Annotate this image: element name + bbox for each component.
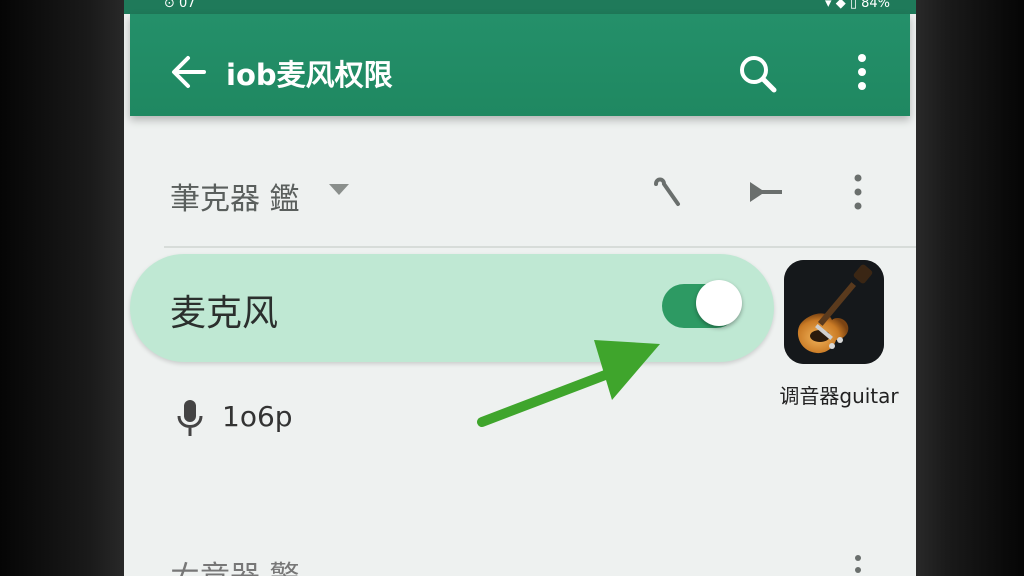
microphone-status-text: 1o6p [222,400,293,433]
caret-down-icon[interactable] [328,182,350,201]
wrench-icon[interactable] [648,174,684,210]
device-bezel-right [914,0,1024,576]
phone-screen: ⊙ 07 ▾ ◆ ▯ 84% iob麦风权限 茟克器 鑑 麦克风 调音器guit… [124,0,916,576]
next-section-title[interactable]: ㄊ竞器 警 .. [170,560,328,576]
page-title: iob麦风权限 [226,58,393,92]
more-vert-icon[interactable] [848,170,868,214]
section-header: 茟克器 鑑 [164,160,884,224]
more-vert-icon[interactable] [850,50,874,94]
app-name: 调音器guitar [779,384,899,408]
arrow-left-icon[interactable] [168,52,208,92]
status-right: ▾ ◆ ▯ 84% [825,0,890,11]
section-title[interactable]: 茟克器 鑑 [170,174,300,218]
microphone-label: 麦克风 [170,293,279,334]
microphone-toggle[interactable] [658,278,742,334]
next-section-header: ㄊ竞器 警 .. [170,552,870,576]
arrow-annotation [474,330,674,430]
status-left: ⊙ 07 [164,0,196,11]
divider [164,246,916,248]
device-bezel-left [0,0,128,576]
status-bar: ⊙ 07 ▾ ◆ ▯ 84% [124,0,916,14]
guitar-icon[interactable] [784,260,884,364]
flag-icon[interactable] [746,176,786,208]
microphone-icon [176,398,204,438]
toggle-thumb [696,280,742,326]
microphone-permission-row[interactable]: 麦克风 [130,254,774,362]
search-icon[interactable] [736,52,780,96]
app-bar: iob麦风权限 [130,14,910,116]
more-vert-icon[interactable] [850,552,866,576]
